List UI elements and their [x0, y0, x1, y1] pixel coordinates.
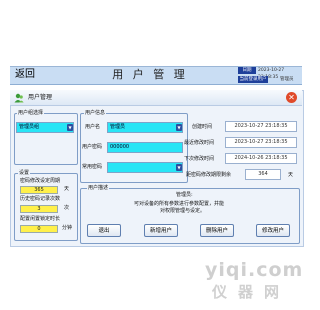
last-modified-label: 最近修改时间	[184, 140, 215, 146]
pw-period-label: 密码修改设定周期	[20, 178, 61, 184]
current-user-value: 管理员	[280, 77, 294, 82]
chevron-down-icon[interactable]: ▼	[67, 124, 73, 131]
pw-period-input[interactable]: 365	[20, 186, 58, 194]
current-user-label: 当前登录用户	[238, 76, 268, 83]
group-select-dropdown[interactable]: 管理员组	[16, 122, 74, 133]
settings-label: 设置	[18, 170, 31, 176]
next-modified-label: 下次修改时间	[184, 156, 215, 162]
chevron-down-icon[interactable]: ▼	[176, 124, 182, 131]
user-info-label: 用户信息	[84, 110, 107, 116]
last-modified-value: 2023-10-27 23:18:35	[225, 137, 297, 148]
delete-user-button[interactable]: 删除用户	[200, 224, 234, 237]
date-label: 日期	[238, 67, 256, 74]
common-password-dropdown[interactable]	[107, 162, 183, 173]
panel-title: 用户管理	[28, 94, 53, 101]
page-title: 用 户 管 理	[112, 68, 188, 81]
remaining-label: 距密码修改期限剩余	[186, 172, 232, 178]
common-password-label: 常用密码	[82, 164, 103, 170]
user-description-label: 用户描述	[87, 185, 110, 191]
created-time-value: 2023-10-27 23:18:35	[225, 121, 297, 132]
created-time-label: 创建时间	[192, 124, 213, 130]
watermark-bottom: 仪器网	[212, 283, 291, 301]
lock-time-label: 配置闲置锁定时长	[20, 216, 61, 222]
chevron-down-icon[interactable]: ▼	[176, 164, 182, 171]
user-icon	[14, 93, 24, 103]
password-label: 用户密码	[82, 144, 103, 150]
fail-count-label: 历史密码记录次数	[20, 196, 61, 202]
description-text-line2: 对权限管理与设定。	[160, 208, 206, 214]
username-dropdown[interactable]: 管理员	[107, 122, 183, 133]
username-label: 用户名	[85, 124, 101, 130]
close-icon[interactable]: ✕	[286, 92, 297, 103]
date-value: 2023-10-27 23:18:35	[258, 68, 285, 80]
watermark-top: yiqi.com	[205, 259, 304, 281]
description-user-name: 管理员:	[176, 192, 193, 198]
description-text-line1: 可对设备的所有参数进行参数配置，并能	[134, 201, 225, 207]
group-select-label: 用户组选择	[17, 110, 45, 116]
fail-count-input[interactable]: 3	[20, 205, 58, 213]
next-modified-value: 2024-10-26 23:18:35	[225, 153, 297, 164]
remaining-value: 364	[245, 169, 281, 180]
exit-button[interactable]: 退出	[87, 224, 121, 237]
password-field[interactable]: 000000	[107, 142, 183, 153]
pw-period-unit: 天	[64, 186, 70, 192]
modify-user-button[interactable]: 修改用户	[256, 224, 290, 237]
back-button[interactable]: 返回	[10, 66, 40, 83]
remaining-unit: 天	[288, 172, 294, 178]
group-select-box	[14, 113, 78, 165]
fail-count-unit: 次	[64, 205, 70, 211]
lock-time-unit: 分钟	[62, 225, 73, 231]
lock-time-input[interactable]: 0	[20, 225, 58, 233]
add-user-button[interactable]: 新增用户	[144, 224, 178, 237]
